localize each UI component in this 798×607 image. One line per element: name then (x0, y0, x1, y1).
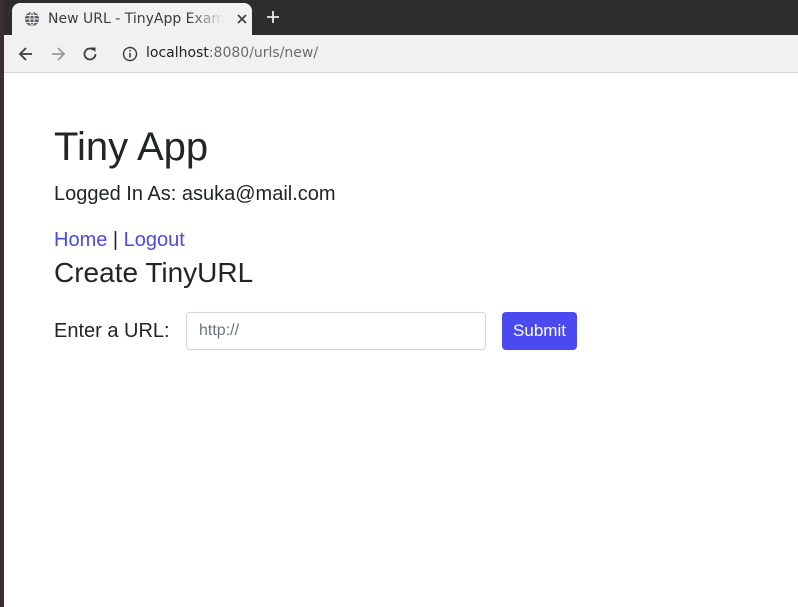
home-link[interactable]: Home (54, 229, 107, 251)
address-path: :8080/urls/new/ (208, 45, 319, 61)
forward-arrow-icon[interactable] (48, 44, 68, 64)
logout-link[interactable]: Logout (124, 229, 185, 251)
address-bar[interactable]: localhost:8080/urls/new/ (146, 45, 318, 61)
close-icon[interactable] (234, 11, 250, 27)
nav-separator: | (107, 229, 124, 251)
submit-button[interactable]: Submit (502, 312, 577, 350)
long-url-input[interactable] (186, 312, 486, 350)
info-icon[interactable] (122, 46, 138, 62)
address-host: localhost (146, 45, 209, 61)
logged-in-status: Logged In As: asuka@mail.com (54, 183, 336, 205)
page-title: Tiny App (54, 125, 209, 169)
browser-tab[interactable]: New URL - TinyApp Example App (12, 3, 252, 35)
new-tab-icon[interactable] (264, 8, 282, 26)
url-label: Enter a URL: (54, 320, 170, 342)
page-content: Tiny App Logged In As: asuka@mail.com Ho… (4, 73, 798, 607)
back-arrow-icon[interactable] (16, 44, 36, 64)
browser-toolbar: localhost:8080/urls/new/ (4, 35, 798, 73)
create-heading: Create TinyURL (54, 257, 254, 288)
nav-links: Home | Logout (54, 229, 185, 252)
globe-icon (25, 11, 39, 27)
reload-icon[interactable] (80, 44, 100, 64)
browser-tab-bar: New URL - TinyApp Example App (4, 0, 798, 35)
tab-title: New URL - TinyApp Example App (48, 11, 224, 27)
